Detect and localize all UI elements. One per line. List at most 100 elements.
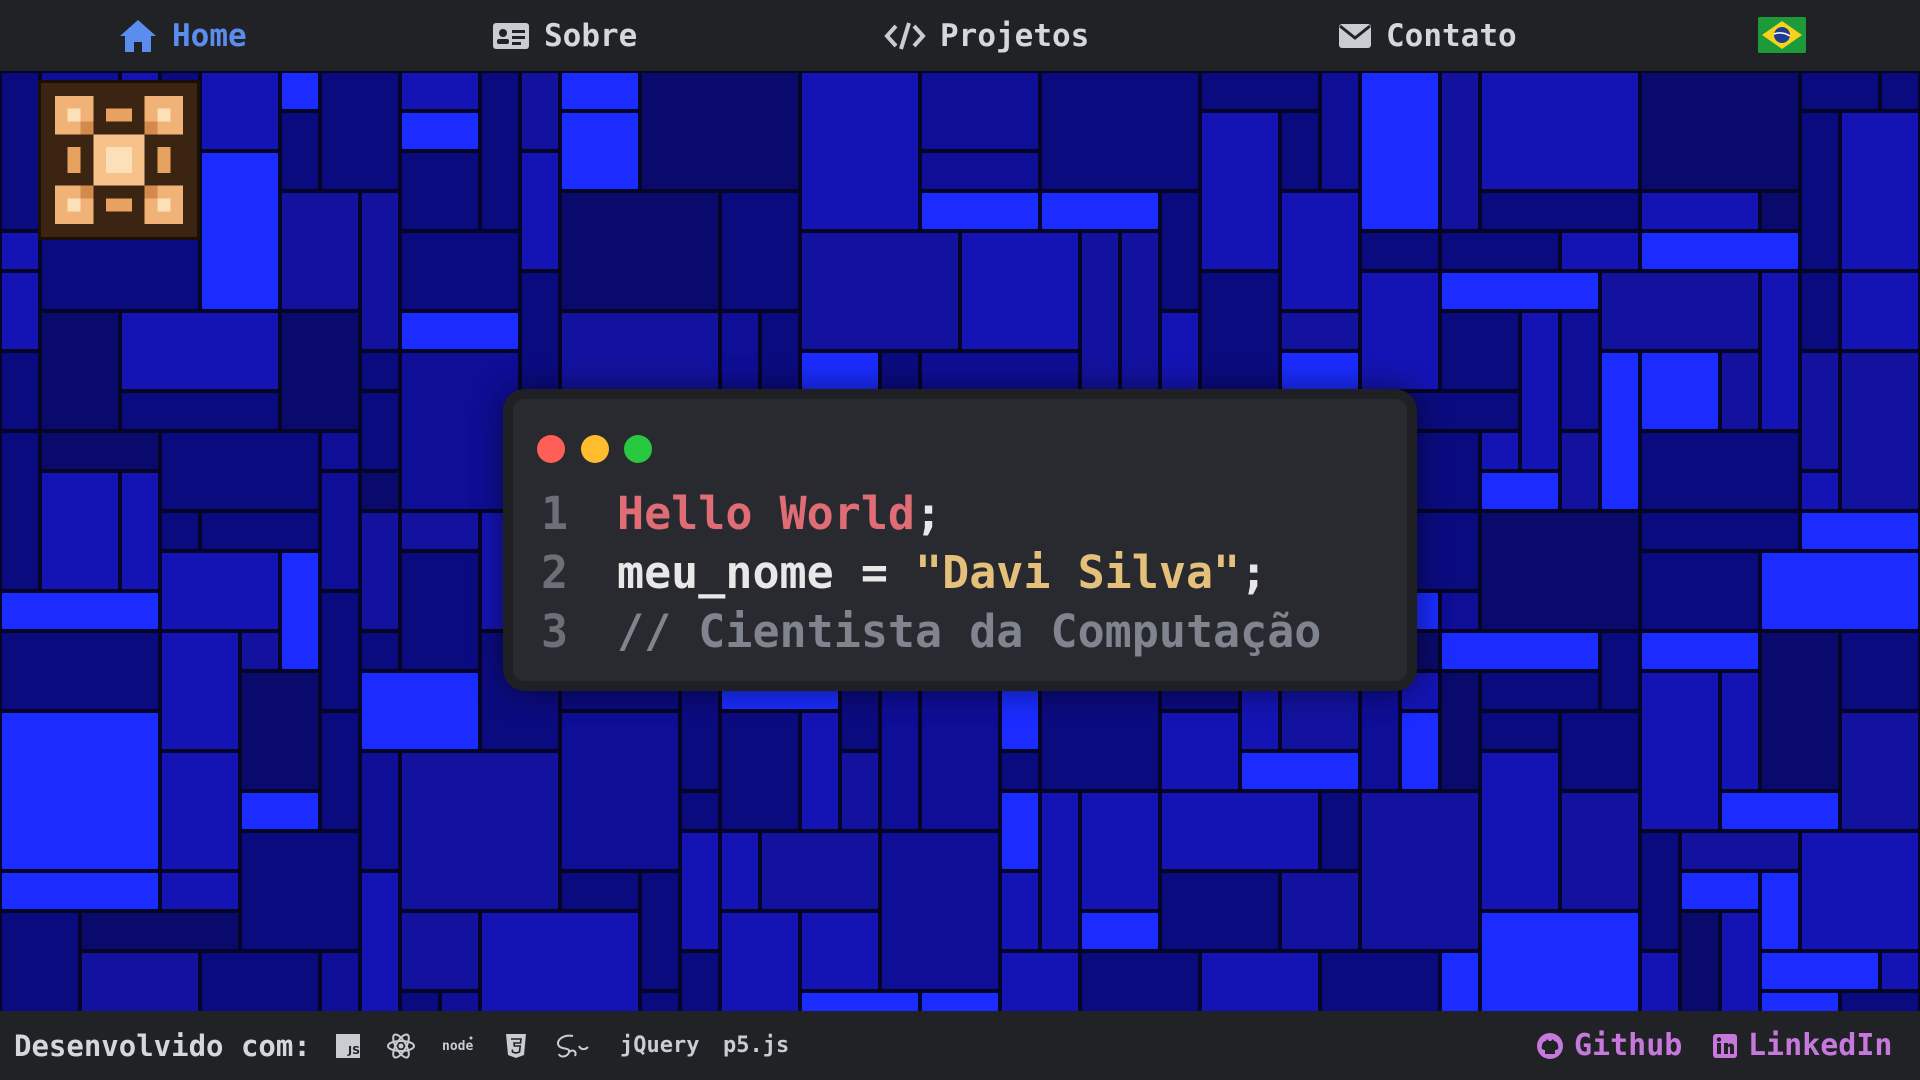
mosaic-tile bbox=[842, 753, 878, 829]
mosaic-tile bbox=[242, 673, 318, 789]
mosaic-tile bbox=[1602, 633, 1638, 709]
mosaic-tile bbox=[802, 993, 918, 1011]
code-token: ; bbox=[915, 486, 943, 540]
mosaic-tile bbox=[1882, 73, 1918, 109]
mosaic-tile bbox=[1722, 673, 1758, 789]
mosaic-tile bbox=[402, 233, 518, 309]
code-token: Hello World bbox=[617, 486, 916, 540]
mosaic-tile bbox=[1642, 193, 1758, 229]
mosaic-tile bbox=[402, 993, 438, 1011]
line-number: 1 bbox=[541, 486, 569, 540]
mosaic-tile bbox=[82, 953, 198, 1011]
mosaic-tile bbox=[1002, 793, 1038, 869]
mosaic-tile bbox=[1722, 793, 1838, 829]
mosaic-tile bbox=[1642, 73, 1798, 189]
mosaic-tile bbox=[362, 513, 398, 629]
mosaic-tile bbox=[722, 193, 798, 309]
mosaic-tile bbox=[162, 633, 238, 749]
line-number: 3 bbox=[541, 604, 569, 658]
mosaic-tile bbox=[1282, 193, 1358, 309]
mosaic-tile bbox=[42, 233, 198, 309]
mosaic-tile bbox=[2, 273, 38, 349]
mosaic-tile bbox=[122, 313, 278, 389]
mosaic-tile bbox=[402, 353, 518, 509]
mosaic-tile bbox=[362, 673, 478, 749]
mosaic-tile bbox=[282, 193, 358, 309]
mosaic-tile bbox=[162, 753, 238, 869]
mosaic-tile bbox=[1882, 953, 1918, 989]
mosaic-tile bbox=[1642, 833, 1678, 949]
mosaic-tile bbox=[162, 513, 198, 549]
mosaic-tile bbox=[1042, 73, 1198, 189]
mosaic-tile bbox=[1682, 833, 1798, 869]
nav-sobre-label: Sobre bbox=[544, 17, 638, 54]
mosaic-tile bbox=[1522, 313, 1558, 469]
mosaic-tile bbox=[1362, 233, 1438, 269]
code-line-2: 2 meu_nome = "Davi Silva" ; bbox=[541, 544, 1267, 600]
nav-contato[interactable]: Contato bbox=[1338, 0, 1517, 71]
nav-projetos-label: Projetos bbox=[940, 17, 1090, 54]
mosaic-tile bbox=[1362, 793, 1478, 949]
mosaic-tile bbox=[42, 433, 158, 469]
mosaic-tile bbox=[282, 113, 318, 189]
mosaic-tile bbox=[522, 73, 558, 149]
mosaic-tile bbox=[522, 153, 558, 269]
mosaic-tile bbox=[242, 633, 278, 669]
linkedin-link[interactable]: LinkedIn bbox=[1712, 1011, 1893, 1080]
nav-sobre[interactable]: Sobre bbox=[492, 0, 637, 71]
id-card-icon bbox=[493, 22, 529, 49]
mosaic-tile bbox=[282, 553, 318, 669]
mosaic-tile bbox=[1002, 753, 1038, 789]
mosaic-tile bbox=[1282, 873, 1358, 949]
mosaic-tile bbox=[402, 553, 478, 669]
mosaic-tile bbox=[362, 633, 398, 669]
mosaic-tile bbox=[1722, 353, 1758, 429]
node-icon: node bbox=[441, 1011, 479, 1080]
mosaic-tile bbox=[1802, 273, 1838, 349]
mosaic-tile bbox=[1082, 953, 1198, 1011]
mosaic-tile bbox=[1482, 753, 1558, 909]
react-icon bbox=[386, 1011, 416, 1080]
nav-projetos[interactable]: Projetos bbox=[884, 0, 1089, 71]
mosaic-tile bbox=[1402, 393, 1518, 429]
mosaic-tile bbox=[42, 313, 118, 429]
github-link[interactable]: Github bbox=[1536, 1011, 1682, 1080]
brazil-flag-icon[interactable] bbox=[1758, 17, 1806, 53]
svg-text:JS: JS bbox=[347, 1044, 360, 1057]
mosaic-tile bbox=[322, 473, 358, 589]
linkedin-label: LinkedIn bbox=[1748, 1028, 1893, 1063]
code-token: // Cientista da Computação bbox=[617, 604, 1322, 658]
mosaic-tile bbox=[642, 993, 678, 1011]
mosaic-tile bbox=[362, 873, 398, 1011]
mosaic-tile bbox=[1762, 273, 1798, 429]
mosaic-tile bbox=[962, 233, 1078, 349]
mosaic-tile bbox=[1642, 673, 1718, 829]
code-token: "Davi Silva" bbox=[915, 545, 1241, 599]
mosaic-tile bbox=[882, 833, 998, 989]
envelope-icon bbox=[1339, 23, 1371, 48]
mosaic-tile bbox=[42, 473, 118, 589]
mosaic-tile bbox=[1802, 513, 1918, 549]
mosaic-tile bbox=[282, 73, 318, 109]
linkedin-icon bbox=[1713, 1033, 1737, 1058]
mosaic-tile bbox=[1642, 553, 1758, 629]
mosaic-tile bbox=[922, 673, 998, 829]
code-line-3: 3 // Cientista da Computação bbox=[541, 603, 1321, 659]
mosaic-tile bbox=[2, 353, 38, 429]
mosaic-tile bbox=[402, 513, 478, 549]
github-label: Github bbox=[1574, 1028, 1683, 1063]
code-line-1: 1 Hello World ; bbox=[541, 485, 942, 541]
nav-home[interactable]: Home bbox=[118, 0, 247, 71]
window-close-dot bbox=[537, 435, 565, 463]
window-maximize-dot bbox=[624, 435, 652, 463]
p5js-label: p5.js bbox=[723, 1033, 790, 1058]
mosaic-tile bbox=[1442, 593, 1478, 629]
mosaic-tile bbox=[1602, 273, 1758, 349]
jquery-label: jQuery bbox=[620, 1033, 700, 1058]
mosaic-tile bbox=[1202, 113, 1278, 269]
line-number: 2 bbox=[541, 545, 569, 599]
mosaic-tile bbox=[402, 73, 478, 109]
code-icon bbox=[884, 21, 926, 50]
mosaic-tile bbox=[1842, 113, 1918, 269]
mosaic-tile bbox=[2, 633, 158, 709]
